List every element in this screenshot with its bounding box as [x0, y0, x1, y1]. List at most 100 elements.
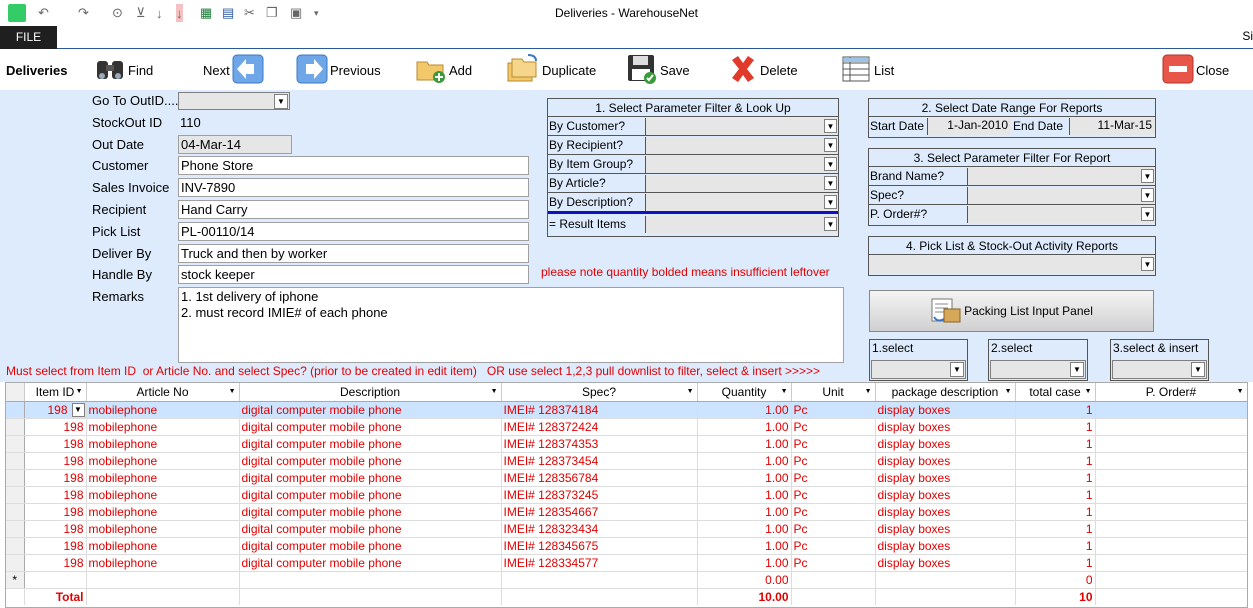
cell-unit[interactable]: Pc: [791, 554, 876, 572]
cell-porder[interactable]: [1095, 520, 1247, 538]
cell-unit[interactable]: Pc: [791, 537, 876, 555]
col-header-quantity[interactable]: Quantity ▼: [697, 383, 792, 402]
new-record-row[interactable]: * 0.00 0: [6, 571, 1247, 589]
cell-package[interactable]: display boxes: [875, 452, 1016, 470]
cell-spec[interactable]: IMEI# 128374353: [501, 435, 698, 453]
cell-totalcase[interactable]: 1: [1015, 401, 1096, 419]
cell-totalcase[interactable]: 1: [1015, 435, 1096, 453]
start-date-field[interactable]: 1-Jan-2010: [927, 118, 1011, 135]
cell-spec[interactable]: IMEI# 128334577: [501, 554, 698, 572]
row-selector[interactable]: [6, 401, 25, 419]
select2-combo[interactable]: ▼: [990, 360, 1086, 379]
previous-button[interactable]: Previous: [296, 50, 381, 90]
recipient-field[interactable]: Hand Carry: [178, 200, 529, 219]
cell-unit[interactable]: Pc: [791, 418, 876, 436]
col-header-spec[interactable]: Spec? ▼: [501, 383, 698, 402]
cell-description[interactable]: digital computer mobile phone: [239, 486, 502, 504]
cell-spec[interactable]: IMEI# 128345675: [501, 537, 698, 555]
select-all-corner[interactable]: [6, 383, 25, 402]
cell-spec[interactable]: IMEI# 128372424: [501, 418, 698, 436]
cell-article[interactable]: mobilephone: [86, 486, 240, 504]
brand-combo[interactable]: ▼: [967, 168, 1155, 185]
cell-description[interactable]: digital computer mobile phone: [239, 469, 502, 487]
table-row[interactable]: 198 mobilephone digital computer mobile ph…: [6, 435, 1247, 453]
cell-article[interactable]: mobilephone: [86, 401, 240, 419]
cell-spec[interactable]: IMEI# 128374184: [501, 401, 698, 419]
cell-package[interactable]: display boxes: [875, 537, 1016, 555]
row-selector[interactable]: [6, 520, 25, 538]
invoice-field[interactable]: INV-7890: [178, 178, 529, 197]
table-row[interactable]: 198 mobilephone digital computer mobile ph…: [6, 554, 1247, 572]
duplicate-button[interactable]: Duplicate: [506, 50, 596, 90]
row-selector[interactable]: [6, 486, 25, 504]
list-button[interactable]: List: [842, 50, 894, 90]
table-row[interactable]: 198 mobilephone digital computer mobile ph…: [6, 486, 1247, 504]
cell-article[interactable]: mobilephone: [86, 452, 240, 470]
cell-description[interactable]: digital computer mobile phone: [239, 537, 502, 555]
cell-article[interactable]: mobilephone: [86, 554, 240, 572]
cell-package[interactable]: display boxes: [875, 418, 1016, 436]
end-date-field[interactable]: 11-Mar-15: [1069, 118, 1155, 135]
cell-package[interactable]: display boxes: [875, 554, 1016, 572]
cell-porder[interactable]: [1095, 537, 1247, 555]
cell-spec[interactable]: IMEI# 128373454: [501, 452, 698, 470]
cell-quantity[interactable]: 1.00: [697, 503, 792, 521]
row-selector[interactable]: [6, 554, 25, 572]
col-header-description[interactable]: Description ▼: [239, 383, 502, 402]
table-row[interactable]: 198 ▼ mobilephone digital computer mobile p…: [6, 401, 1247, 419]
cell-itemid[interactable]: 198 ▼: [24, 401, 87, 419]
goto-outid-combo[interactable]: ▼: [178, 92, 290, 110]
cell-package[interactable]: display boxes: [875, 503, 1016, 521]
cell-itemid[interactable]: 198: [24, 418, 87, 436]
cell-article[interactable]: mobilephone: [86, 520, 240, 538]
row-selector[interactable]: [6, 469, 25, 487]
cell-quantity[interactable]: 1.00: [697, 486, 792, 504]
customer-field[interactable]: Phone Store: [178, 156, 529, 175]
cell-itemid[interactable]: 198: [24, 435, 87, 453]
cell-description[interactable]: digital computer mobile phone: [239, 503, 502, 521]
row-selector[interactable]: [6, 435, 25, 453]
col-header-unit[interactable]: Unit ▼: [791, 383, 876, 402]
cell-spec[interactable]: IMEI# 128323434: [501, 520, 698, 538]
spec-combo[interactable]: ▼: [967, 187, 1155, 204]
cell-totalcase[interactable]: 1: [1015, 486, 1096, 504]
col-header-article[interactable]: Article No ▼: [86, 383, 240, 402]
col-header-itemid[interactable]: Item ID ▼: [24, 383, 87, 402]
new-row-cases[interactable]: 0: [1015, 571, 1096, 589]
cell-quantity[interactable]: 1.00: [697, 554, 792, 572]
save-button[interactable]: Save: [626, 50, 690, 90]
cell-description[interactable]: digital computer mobile phone: [239, 452, 502, 470]
cell-totalcase[interactable]: 1: [1015, 537, 1096, 555]
activity-report-combo[interactable]: ▼: [869, 256, 1155, 273]
cell-itemid[interactable]: 198: [24, 554, 87, 572]
col-header-package[interactable]: package description ▼: [875, 383, 1016, 402]
cell-itemid[interactable]: 198: [24, 469, 87, 487]
cell-package[interactable]: display boxes: [875, 520, 1016, 538]
new-row-quantity[interactable]: 0.00: [697, 571, 792, 589]
cell-itemid[interactable]: 198: [24, 486, 87, 504]
cell-description[interactable]: digital computer mobile phone: [239, 418, 502, 436]
cell-quantity[interactable]: 1.00: [697, 435, 792, 453]
cell-package[interactable]: display boxes: [875, 401, 1016, 419]
cell-porder[interactable]: [1095, 554, 1247, 572]
cell-quantity[interactable]: 1.00: [697, 418, 792, 436]
chevron-down-icon[interactable]: ▼: [71, 402, 85, 417]
cell-totalcase[interactable]: 1: [1015, 520, 1096, 538]
row-selector[interactable]: [6, 418, 25, 436]
table-row[interactable]: 198 mobilephone digital computer mobile ph…: [6, 520, 1247, 538]
cell-unit[interactable]: Pc: [791, 435, 876, 453]
remarks-textarea[interactable]: 1. 1st delivery of iphone 2. must record…: [178, 287, 844, 363]
filter-customer-combo[interactable]: ▼: [645, 118, 838, 135]
cell-itemid[interactable]: 198: [24, 452, 87, 470]
picklist-field[interactable]: PL-00110/14: [178, 222, 529, 241]
filter-article-combo[interactable]: ▼: [645, 175, 838, 192]
cell-article[interactable]: mobilephone: [86, 418, 240, 436]
cell-totalcase[interactable]: 1: [1015, 503, 1096, 521]
cell-package[interactable]: display boxes: [875, 469, 1016, 487]
table-row[interactable]: 198 mobilephone digital computer mobile ph…: [6, 469, 1247, 487]
filter-itemgroup-combo[interactable]: ▼: [645, 156, 838, 173]
cell-package[interactable]: display boxes: [875, 486, 1016, 504]
signin-link[interactable]: Si: [1242, 29, 1253, 43]
cell-quantity[interactable]: 1.00: [697, 401, 792, 419]
cell-totalcase[interactable]: 1: [1015, 418, 1096, 436]
